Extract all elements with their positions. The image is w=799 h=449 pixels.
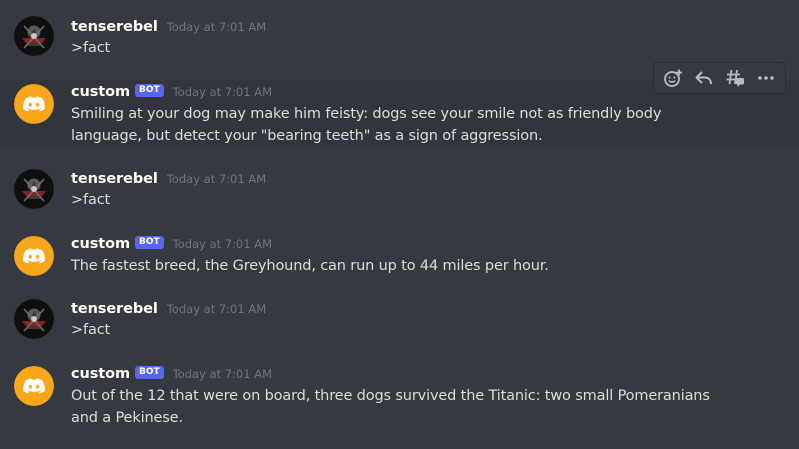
username[interactable]: custom — [71, 84, 130, 100]
message-content: Out of the 12 that were on board, three … — [71, 388, 710, 426]
timestamp: Today at 7:01 AM — [166, 302, 267, 316]
timestamp: Today at 7:01 AM — [166, 172, 267, 186]
bot-badge: BOT — [134, 235, 164, 249]
username[interactable]: tenserebel — [71, 19, 158, 35]
message-content: >fact — [71, 322, 111, 338]
message-toolbar — [653, 62, 786, 94]
user-avatar[interactable] — [14, 16, 54, 56]
username[interactable]: custom — [71, 366, 130, 382]
timestamp: Today at 7:01 AM — [166, 20, 267, 34]
message-item[interactable]: tenserebel Today at 7:01 AM >fact — [0, 286, 799, 348]
message-content: >fact — [71, 192, 111, 208]
message-header: custom BOT Today at 7:01 AM — [71, 234, 272, 254]
timestamp: Today at 7:01 AM — [172, 367, 273, 381]
bot-avatar[interactable] — [14, 84, 54, 124]
username[interactable]: tenserebel — [71, 171, 158, 187]
timestamp: Today at 7:01 AM — [172, 85, 273, 99]
message-header: tenserebel Today at 7:01 AM — [71, 299, 266, 319]
user-avatar[interactable] — [14, 299, 54, 339]
message-header: tenserebel Today at 7:01 AM — [71, 169, 266, 189]
message-item[interactable]: custom BOT Today at 7:01 AM Out of the 1… — [0, 354, 799, 449]
message-item[interactable]: custom BOT Today at 7:01 AM The fastest … — [0, 224, 799, 284]
message-header: custom BOT Today at 7:01 AM — [71, 82, 272, 102]
username[interactable]: tenserebel — [71, 301, 158, 317]
message-content: The fastest breed, the Greyhound, can ru… — [71, 258, 549, 274]
add-reaction-icon[interactable] — [659, 64, 687, 92]
timestamp: Today at 7:01 AM — [172, 237, 273, 251]
message-header: custom BOT Today at 7:01 AM — [71, 364, 272, 384]
message-item[interactable]: tenserebel Today at 7:01 AM >fact — [0, 156, 799, 218]
message-content: Smiling at your dog may make him feisty:… — [71, 106, 662, 144]
message-content: >fact — [71, 40, 111, 56]
bot-badge: BOT — [134, 83, 164, 97]
bot-avatar[interactable] — [14, 236, 54, 276]
message-header: tenserebel Today at 7:01 AM — [71, 17, 266, 37]
reply-icon[interactable] — [690, 64, 718, 92]
bot-avatar[interactable] — [14, 366, 54, 406]
bot-badge: BOT — [134, 365, 164, 379]
create-thread-icon[interactable] — [721, 64, 749, 92]
more-icon[interactable] — [752, 64, 780, 92]
user-avatar[interactable] — [14, 169, 54, 209]
username[interactable]: custom — [71, 236, 130, 252]
